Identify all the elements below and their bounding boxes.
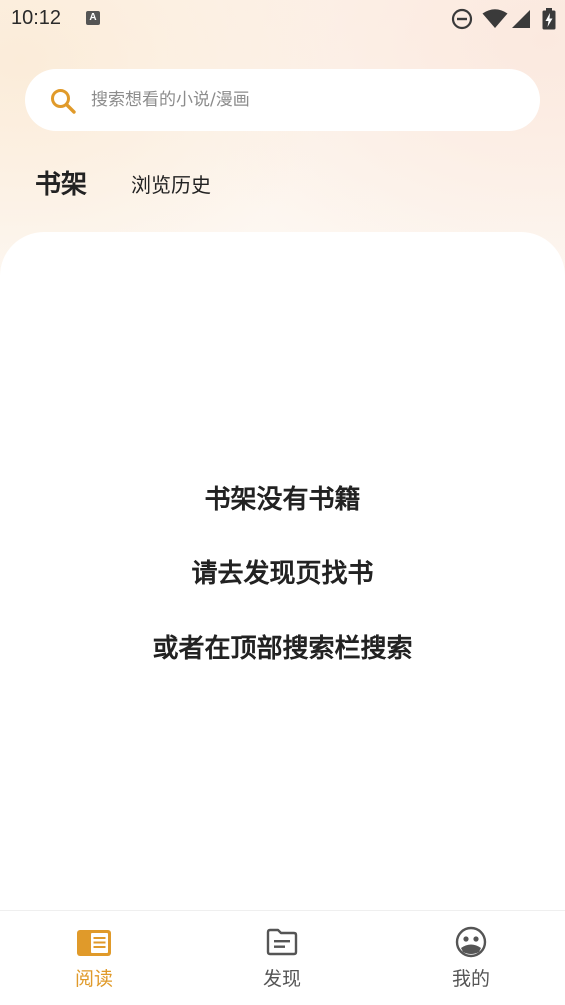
empty-message-line2: 请去发现页找书 (191, 559, 374, 589)
status-bar: 10:12 A (0, 0, 565, 38)
wifi-icon (482, 9, 508, 28)
tab-bookshelf[interactable]: 书架 (35, 166, 87, 204)
book-reading-icon (77, 930, 111, 956)
bottom-navigation: 阅读 发现 我的 (0, 910, 565, 1004)
nav-item-discover[interactable]: 发现 (188, 911, 376, 1005)
notification-a-icon: A (86, 11, 100, 25)
notification-a-letter: A (89, 12, 97, 23)
search-bar[interactable]: 搜索想看的小说/漫画 (25, 69, 540, 131)
profile-face-icon (455, 926, 487, 958)
cell-signal-icon (512, 10, 530, 28)
folder-discover-icon (266, 928, 298, 956)
bookshelf-content: 书架没有书籍 请去发现页找书 或者在顶部搜索栏搜索 (0, 232, 565, 910)
nav-label-profile: 我的 (451, 968, 490, 990)
status-time: 10:12 (11, 7, 62, 29)
nav-label-discover: 发现 (262, 968, 301, 990)
nav-label-read: 阅读 (74, 968, 113, 990)
empty-message-line3: 或者在顶部搜索栏搜索 (152, 634, 413, 664)
battery-charging-icon (542, 8, 556, 30)
search-placeholder: 搜索想看的小说/漫画 (91, 90, 250, 110)
tab-browse-history[interactable]: 浏览历史 (131, 170, 211, 200)
search-icon (51, 89, 76, 114)
nav-item-profile[interactable]: 我的 (377, 911, 565, 1005)
empty-message-line1: 书架没有书籍 (204, 485, 361, 515)
do-not-disturb-icon (451, 8, 473, 30)
nav-item-read[interactable]: 阅读 (0, 911, 188, 1005)
